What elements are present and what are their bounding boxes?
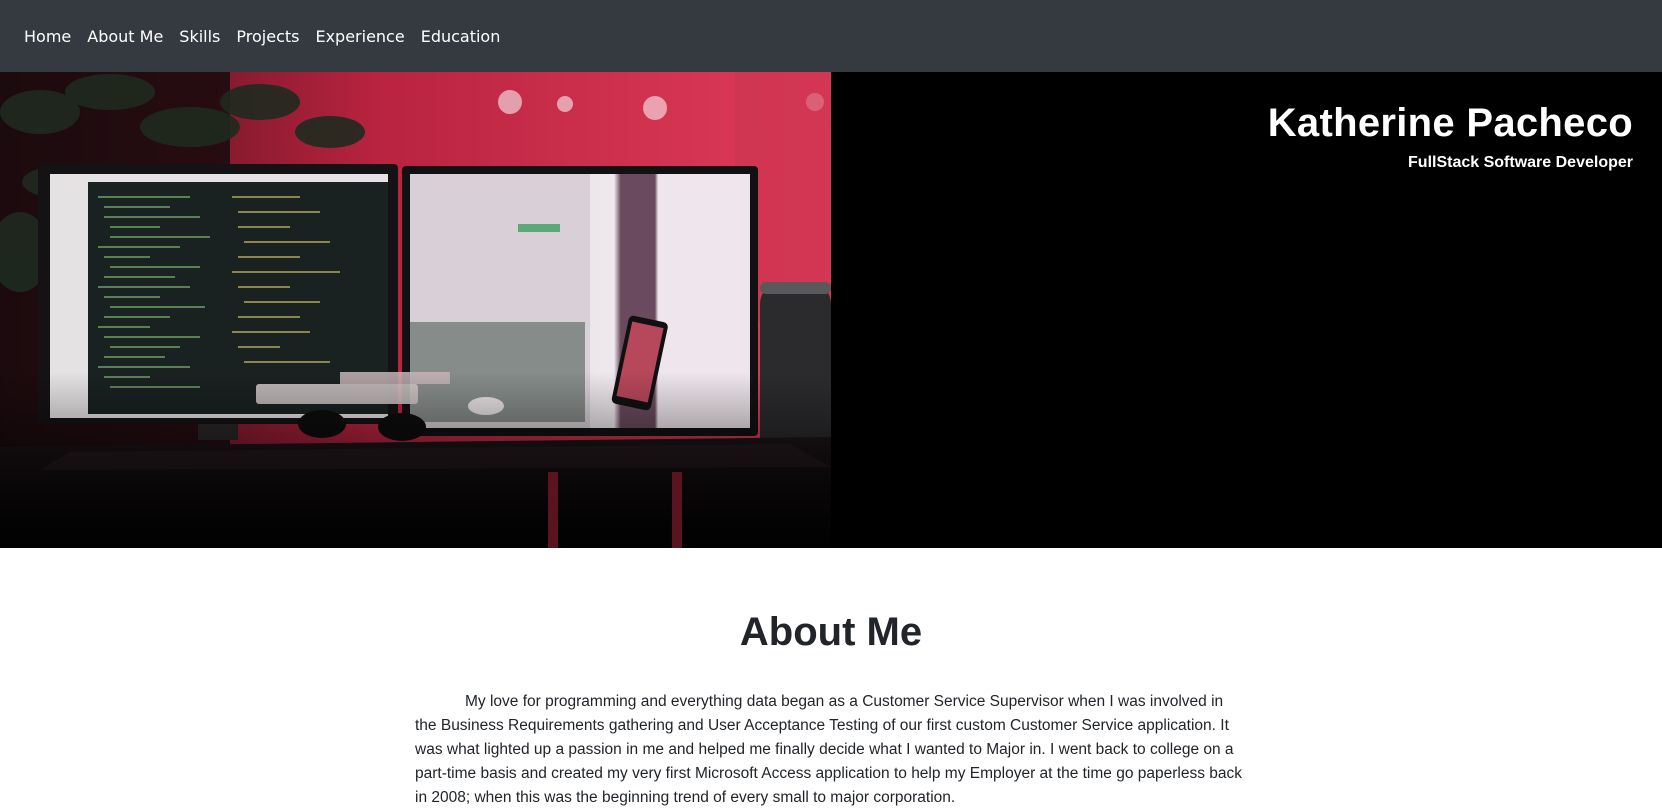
- about-title: About Me: [739, 610, 923, 654]
- nav-link-skills[interactable]: Skills: [179, 27, 220, 46]
- nav-link-projects[interactable]: Projects: [236, 27, 299, 46]
- top-navbar: Home About Me Skills Projects Experience…: [0, 0, 1662, 72]
- nav-link-education[interactable]: Education: [421, 27, 501, 46]
- hero-section: Katherine Pacheco FullStack Software Dev…: [0, 72, 1662, 548]
- nav-link-home[interactable]: Home: [24, 27, 71, 46]
- about-paragraph: My love for programming and everything d…: [415, 693, 1243, 806]
- about-section: About Me My love for programming and eve…: [0, 548, 1662, 806]
- nav-link-experience[interactable]: Experience: [315, 27, 404, 46]
- hero-name: Katherine Pacheco: [1267, 101, 1633, 145]
- hero-role: FullStack Software Developer: [1408, 154, 1633, 171]
- hero-intro: Katherine Pacheco FullStack Software Dev…: [1268, 100, 1633, 172]
- nav-link-about-me[interactable]: About Me: [87, 27, 163, 46]
- hero-desk-photo: [0, 72, 831, 548]
